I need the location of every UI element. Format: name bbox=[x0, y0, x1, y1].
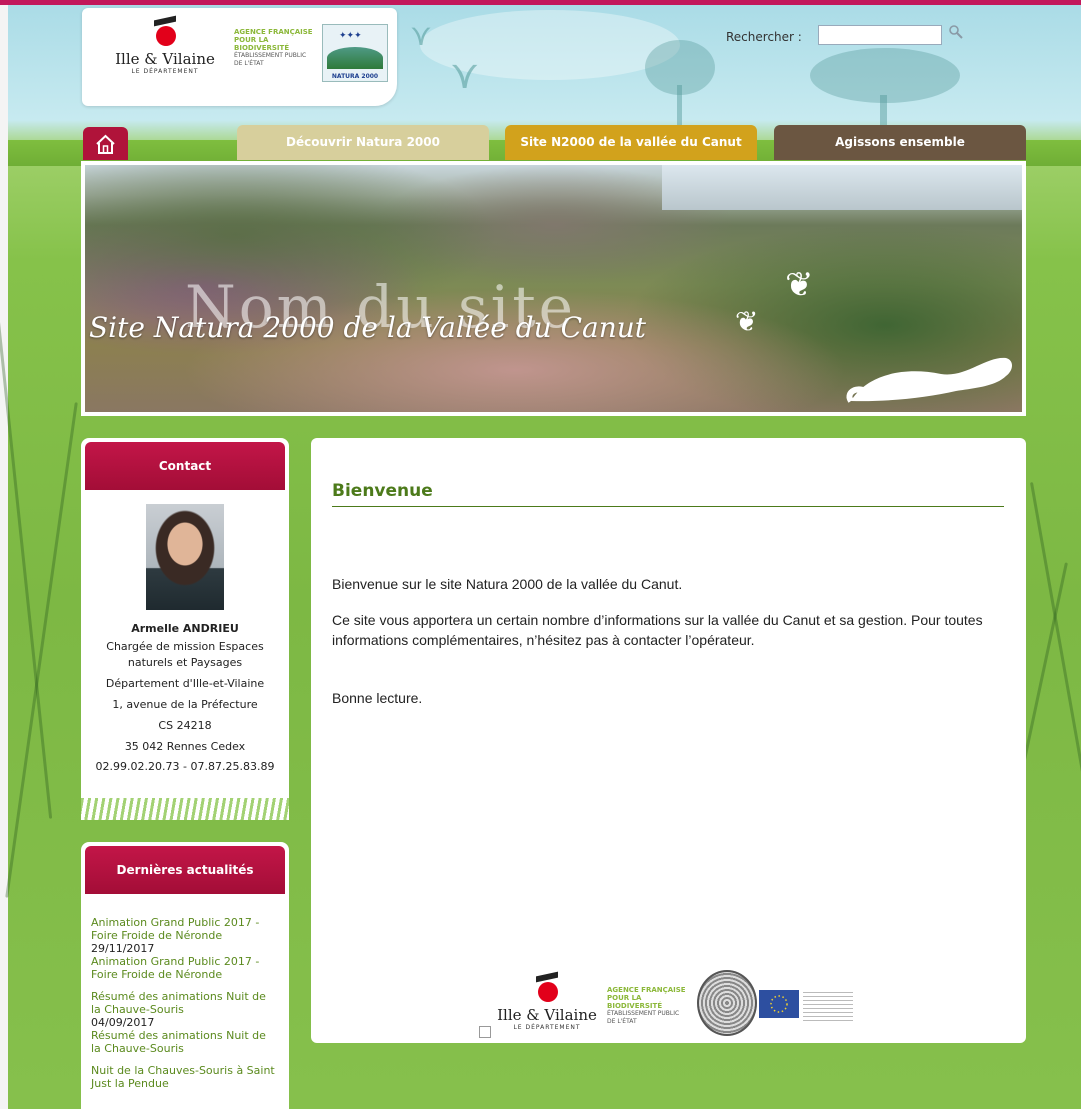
news-description[interactable]: Résumé des animations Nuit de la Chauve-… bbox=[91, 1029, 279, 1055]
ille-vilaine-name: Ille & Vilaine bbox=[115, 50, 215, 68]
news-title-link[interactable]: Nuit de la Chauves-Souris à Saint Just l… bbox=[91, 1064, 279, 1090]
tab-site-n2000-canut[interactable]: Site N2000 de la vallée du Canut bbox=[505, 125, 757, 160]
search-icon[interactable] bbox=[948, 24, 964, 40]
ille-vilaine-footer-sub: LE DÉPARTEMENT bbox=[513, 1024, 581, 1031]
banner-script-title: Site Natura 2000 de la Vallée du Canut bbox=[89, 311, 647, 344]
banner-photo: Nom du site Site Natura 2000 de la Vallé… bbox=[85, 165, 1022, 412]
title-divider bbox=[332, 506, 1004, 507]
contact-address: 1, avenue de la Préfecture bbox=[112, 698, 258, 711]
home-icon bbox=[96, 134, 115, 154]
site-banner: Nom du site Site Natura 2000 de la Vallé… bbox=[81, 161, 1026, 416]
ille-vilaine-logo[interactable]: Ille & Vilaine LE DÉPARTEMENT bbox=[110, 15, 220, 86]
afb-footer-line3: ÉTABLISSEMENT PUBLIC DE L'ÉTAT bbox=[607, 1010, 680, 1025]
news-title-link[interactable]: Résumé des animations Nuit de la Chauve-… bbox=[91, 990, 279, 1016]
stars-icon: ✦✦✦ bbox=[339, 31, 362, 41]
news-date: 29/11/2017 bbox=[91, 942, 155, 955]
search-input[interactable] bbox=[818, 25, 942, 45]
ille-vilaine-mark-icon bbox=[530, 971, 564, 1004]
intro-paragraph: Bienvenue sur le site Natura 2000 de la … bbox=[332, 576, 683, 592]
news-date: 04/09/2017 bbox=[91, 1016, 155, 1029]
search-label: Rechercher : bbox=[726, 30, 802, 44]
tab-agissons-ensemble[interactable]: Agissons ensemble bbox=[774, 125, 1026, 160]
contact-phone: 02.99.02.20.73 - 07.87.25.83.89 bbox=[95, 760, 275, 773]
news-panel: Dernières actualités Animation Grand Pub… bbox=[81, 842, 289, 1109]
list-item: Résumé des animations Nuit de la Chauve-… bbox=[81, 990, 289, 1055]
afb-logo[interactable]: AGENCE FRANÇAISE POUR LA BIODIVERSITÉ ÉT… bbox=[234, 28, 314, 68]
banner-sky bbox=[662, 165, 1022, 210]
bird-silhouette: ⋎ bbox=[450, 52, 480, 98]
eu-stars-icon bbox=[770, 995, 788, 1013]
page-title: Bienvenue bbox=[332, 481, 433, 501]
avatar bbox=[146, 504, 224, 610]
butterfly-icon: ❦ bbox=[735, 305, 759, 338]
afb-footer-line2: POUR LA BIODIVERSITÉ bbox=[607, 994, 663, 1010]
afb-line2: POUR LA BIODIVERSITÉ bbox=[234, 36, 290, 52]
header-logo-card: Ille & Vilaine LE DÉPARTEMENT AGENCE FRA… bbox=[82, 8, 397, 106]
afb-line3: ÉTABLISSEMENT PUBLIC DE L'ÉTAT bbox=[234, 52, 307, 67]
ille-vilaine-footer-logo[interactable]: Ille & Vilaine LE DÉPARTEMENT bbox=[497, 971, 597, 1031]
news-description[interactable]: Animation Grand Public 2017 - Foire Froi… bbox=[91, 955, 279, 981]
ille-vilaine-footer-name: Ille & Vilaine bbox=[497, 1006, 597, 1024]
hill-icon bbox=[327, 47, 383, 69]
afb-footer-logo[interactable]: AGENCE FRANÇAISE POUR LA BIODIVERSITÉ ÉT… bbox=[607, 986, 689, 1026]
natura2000-logo[interactable]: ✦✦✦ NATURA 2000 bbox=[322, 24, 388, 82]
natura2000-label: NATURA 2000 bbox=[331, 73, 379, 80]
contact-cs: CS 24218 bbox=[158, 719, 212, 732]
eu-caption-graphic bbox=[803, 992, 853, 1022]
ille-vilaine-sub: LE DÉPARTEMENT bbox=[131, 68, 199, 75]
contact-heading: Contact bbox=[85, 442, 285, 490]
main-content: Bienvenue Bienvenue sur le site Natura 2… bbox=[311, 438, 1026, 1043]
contact-role: Chargée de mission Espaces naturels et P… bbox=[106, 640, 264, 669]
eu-flag-icon[interactable] bbox=[759, 990, 799, 1018]
contact-org: Département d'Ille-et-Vilaine bbox=[105, 677, 265, 690]
otter-icon bbox=[846, 357, 1012, 403]
afb-line1: AGENCE FRANÇAISE bbox=[234, 28, 313, 36]
tab-decouvrir-natura2000[interactable]: Découvrir Natura 2000 bbox=[237, 125, 489, 160]
news-heading: Dernières actualités bbox=[85, 846, 285, 894]
left-edge-strip bbox=[0, 5, 8, 1109]
contact-city: 35 042 Rennes Cedex bbox=[124, 740, 246, 753]
list-item: Animation Grand Public 2017 - Foire Froi… bbox=[81, 916, 289, 981]
external-link-icon[interactable] bbox=[479, 1026, 491, 1038]
partner-logos: Ille & Vilaine LE DÉPARTEMENT AGENCE FRA… bbox=[479, 968, 859, 1040]
bird-silhouette: ⋎ bbox=[410, 18, 432, 53]
info-paragraph: Ce site vous apportera un certain nombre… bbox=[332, 612, 983, 648]
ille-vilaine-mark-icon bbox=[148, 15, 182, 48]
list-item: Nuit de la Chauves-Souris à Saint Just l… bbox=[81, 1064, 289, 1090]
home-tab[interactable] bbox=[83, 127, 128, 160]
contact-panel: Contact Armelle ANDRIEU Chargée de missi… bbox=[81, 438, 289, 820]
closing-paragraph: Bonne lecture. bbox=[332, 690, 423, 706]
news-list: Animation Grand Public 2017 - Foire Froi… bbox=[81, 916, 289, 1090]
contact-name: Armelle ANDRIEU bbox=[131, 622, 239, 635]
news-title-link[interactable]: Animation Grand Public 2017 - Foire Froi… bbox=[91, 916, 279, 942]
butterfly-icon: ❦ bbox=[785, 265, 814, 305]
grass-blade bbox=[1029, 482, 1081, 778]
grass-edge-decoration bbox=[81, 798, 289, 820]
top-accent-line bbox=[0, 0, 1081, 5]
republic-seal-logo[interactable] bbox=[697, 970, 757, 1036]
afb-footer-line1: AGENCE FRANÇAISE bbox=[607, 986, 686, 994]
